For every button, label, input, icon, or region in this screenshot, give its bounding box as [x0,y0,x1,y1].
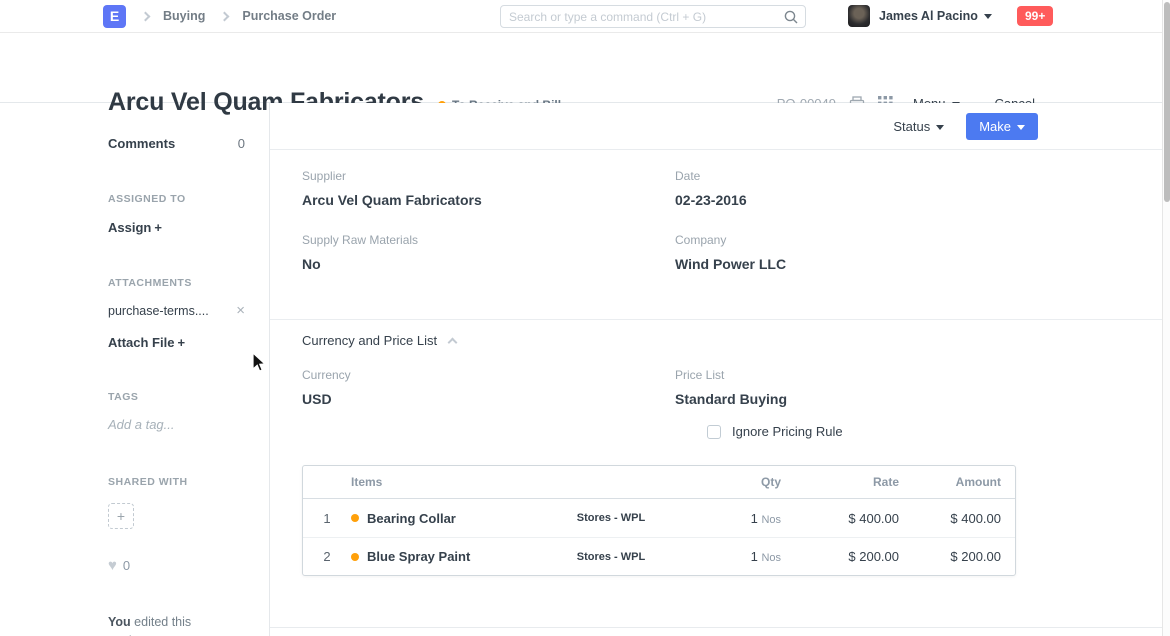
breadcrumb-purchase-order[interactable]: Purchase Order [242,9,336,23]
add-tag-input[interactable]: Add a tag... [108,417,245,432]
search-icon [784,10,798,24]
item-amount: $ 400.00 [899,511,1015,526]
assigned-to-label: ASSIGNED TO [108,193,245,205]
field-supply-raw-materials[interactable]: Supply Raw Materials No [302,233,675,272]
date-value: 02-23-2016 [675,192,1048,208]
section-title: Currency and Price List [302,333,437,348]
item-rate: $ 400.00 [781,511,899,526]
supplier-value: Arcu Vel Quam Fabricators [302,192,675,208]
table-row[interactable]: 2 Blue Spray Paint Stores - WPL 1 Nos $ … [303,537,1015,575]
user-menu[interactable]: James Al Pacino [848,5,992,27]
item-status-dot-icon [351,514,359,522]
price-list-value: Standard Buying [675,391,1048,407]
ignore-pricing-rule-checkbox[interactable] [707,425,721,439]
row-index: 1 [303,511,351,526]
activity-edited: You edited this 2 minutes ago [108,614,245,636]
plus-icon: + [177,335,185,350]
item-name: Bearing Collar [367,511,456,526]
rate-column-header: Rate [781,475,899,489]
add-share-button[interactable]: + [108,503,134,529]
user-avatar [848,5,870,27]
field-ignore-pricing-rule: Ignore Pricing Rule [707,424,1170,439]
item-uom: Nos [761,514,781,526]
comments-count: 0 [238,136,245,151]
chevron-down-icon [1017,125,1025,130]
items-table-header: Items Qty Rate Amount [303,466,1015,499]
page-header: Arcu Vel Quam Fabricators To Receive and… [0,33,1170,103]
attach-file-button[interactable]: Attach File+ [108,335,185,350]
date-label: Date [675,169,1048,183]
item-name: Blue Spray Paint [367,549,470,564]
shared-with-label: SHARED WITH [108,476,245,488]
notifications-badge[interactable]: 99+ [1017,6,1053,26]
item-rate: $ 200.00 [781,549,899,564]
chevron-down-icon [984,14,992,19]
form-toolbar: Status Make [270,103,1170,150]
section-currency-price-list: Currency and Price List Currency USD Pri… [270,319,1170,439]
remove-attachment-icon[interactable]: × [236,303,245,318]
field-supplier[interactable]: Supplier Arcu Vel Quam Fabricators [302,169,675,208]
field-price-list[interactable]: Price List Standard Buying [675,368,1048,407]
top-navbar: E Buying Purchase Order James Al Pacino … [0,0,1170,33]
company-value: Wind Power LLC [675,256,1048,272]
section-toggle[interactable]: Currency and Price List [302,333,1170,348]
qty-column-header: Qty [671,475,781,489]
supply-raw-materials-label: Supply Raw Materials [302,233,675,247]
item-warehouse: Stores - WPL [551,551,671,563]
supply-raw-materials-value: No [302,256,675,272]
attachments-label: ATTACHMENTS [108,277,245,289]
scrollbar-thumb[interactable] [1164,2,1170,202]
amount-column-header: Amount [899,475,1015,489]
currency-value: USD [302,391,675,407]
plus-icon: + [154,220,162,235]
global-search [500,5,806,28]
row-index: 2 [303,549,351,564]
like-heart-icon[interactable]: ♥ [108,557,117,574]
item-qty: 1 [751,549,758,564]
breadcrumb-separator-icon [141,11,151,21]
item-amount: $ 200.00 [899,549,1015,564]
page-scrollbar [1162,0,1170,636]
status-dropdown-button[interactable]: Status [893,119,944,134]
form-sidebar: Comments 0 ASSIGNED TO Assign+ ATTACHMEN… [0,103,270,636]
table-row[interactable]: 1 Bearing Collar Stores - WPL 1 Nos $ 40… [303,499,1015,537]
item-status-dot-icon [351,553,359,561]
breadcrumb-separator-icon [220,11,230,21]
items-column-header: Items [351,475,551,489]
ignore-pricing-rule-label: Ignore Pricing Rule [732,424,843,439]
currency-label: Currency [302,368,675,382]
form-main: Status Make Supplier Arcu Vel Quam Fabri… [270,103,1170,636]
app-logo[interactable]: E [103,5,126,28]
comments-link[interactable]: Comments [108,136,175,151]
attachment-link[interactable]: purchase-terms.... [108,304,209,318]
assign-button[interactable]: Assign+ [108,220,162,235]
user-name: James Al Pacino [879,9,978,23]
breadcrumb-buying[interactable]: Buying [163,9,205,23]
items-table: Items Qty Rate Amount 1 Bearing Collar S… [302,465,1016,576]
company-label: Company [675,233,1048,247]
item-uom: Nos [761,552,781,564]
make-dropdown-button[interactable]: Make [966,113,1038,140]
field-currency[interactable]: Currency USD [302,368,675,407]
like-count: 0 [123,558,130,573]
section-divider [270,627,1170,628]
tags-label: TAGS [108,391,245,403]
item-qty: 1 [751,511,758,526]
field-company[interactable]: Company Wind Power LLC [675,233,1048,272]
field-date[interactable]: Date 02-23-2016 [675,169,1048,208]
item-warehouse: Stores - WPL [551,512,671,524]
price-list-label: Price List [675,368,1048,382]
supplier-label: Supplier [302,169,675,183]
chevron-up-icon [448,337,458,347]
search-input[interactable] [501,10,784,24]
chevron-down-icon [936,125,944,130]
